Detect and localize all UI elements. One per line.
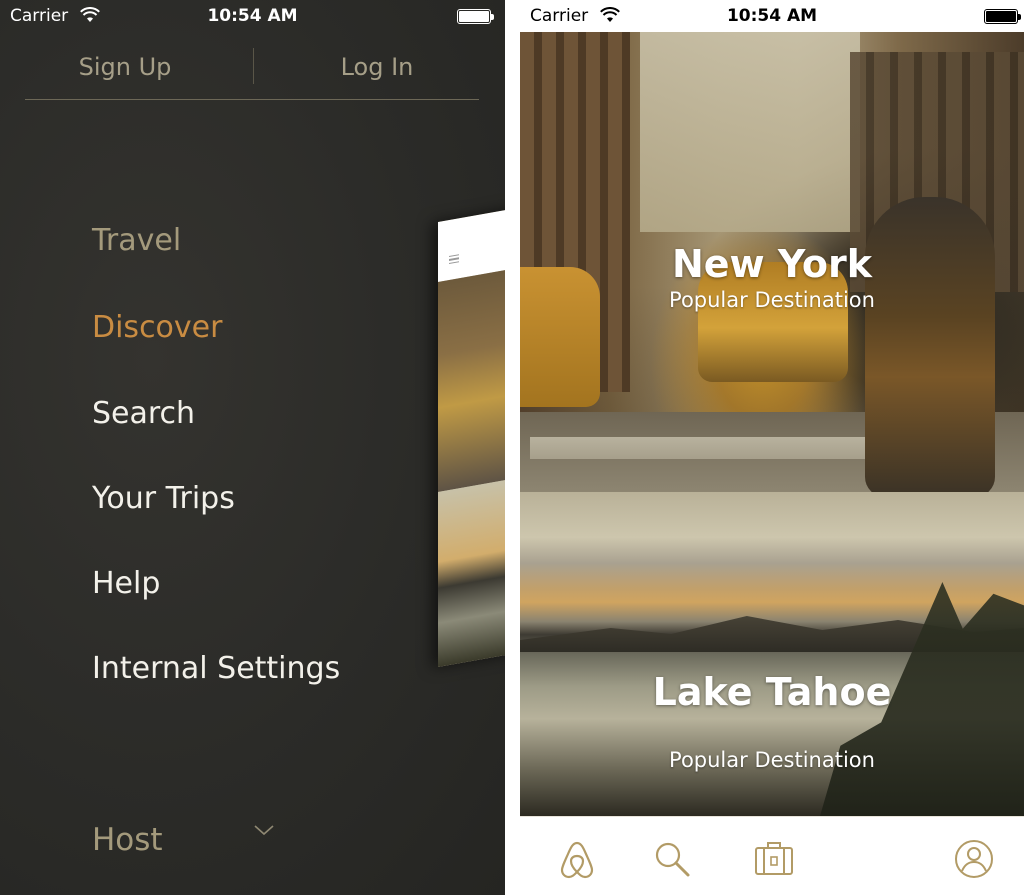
tab-search[interactable] — [650, 837, 694, 881]
destination-subtitle: Popular Destination — [669, 748, 875, 772]
menu-item-help[interactable]: Help — [92, 566, 160, 601]
tab-discover[interactable] — [555, 837, 599, 881]
destination-name: New York — [671, 242, 873, 286]
destination-card-new-york[interactable]: New York Popular Destination — [520, 32, 1024, 492]
tab-bar — [520, 816, 1024, 895]
menu-item-search[interactable]: Search — [92, 396, 195, 431]
destination-name: Lake Tahoe — [652, 670, 892, 714]
log-in-button[interactable]: Log In — [277, 53, 477, 81]
status-time: 10:54 AM — [726, 6, 818, 26]
auth-divider — [253, 48, 254, 84]
chevron-down-icon[interactable] — [253, 822, 275, 838]
peek-lake-tahoe-image — [438, 476, 505, 667]
auth-bar: Sign Up Log In — [25, 48, 479, 100]
status-time: 10:54 AM — [207, 6, 298, 26]
sign-up-button[interactable]: Sign Up — [25, 53, 225, 81]
suitcase-icon — [755, 842, 793, 875]
menu-item-discover[interactable]: Discover — [92, 310, 222, 345]
destination-subtitle: Popular Destination — [669, 288, 875, 312]
menu-item-internal-settings[interactable]: Internal Settings — [92, 651, 340, 686]
profile-icon — [955, 840, 993, 878]
peeking-main-screen[interactable] — [438, 206, 505, 668]
discover-screen: Carrier 10:54 AM New York Popular Destin… — [520, 0, 1024, 895]
ny-sky — [640, 32, 860, 232]
search-icon — [655, 842, 690, 877]
tab-trips[interactable] — [752, 837, 796, 881]
peek-new-york-image — [438, 266, 505, 492]
status-bar: Carrier 10:54 AM — [0, 0, 505, 32]
host-section-toggle[interactable]: Host — [92, 822, 163, 858]
battery-icon — [457, 9, 494, 24]
menu-icon[interactable] — [449, 254, 459, 265]
side-menu-screen: Carrier 10:54 AM Sign Up Log In Travel D… — [0, 0, 505, 895]
peek-nav-bar — [438, 206, 505, 282]
status-bar: Carrier 10:54 AM — [520, 0, 1024, 32]
ny-crosswalk — [530, 437, 890, 459]
destination-card-lake-tahoe[interactable]: Lake Tahoe Popular Destination — [520, 492, 1024, 816]
menu-item-your-trips[interactable]: Your Trips — [92, 481, 235, 516]
menu-heading-travel: Travel — [92, 223, 182, 258]
tab-profile[interactable] — [952, 837, 996, 881]
battery-icon — [984, 9, 1021, 24]
airbnb-logo-icon — [560, 841, 594, 879]
